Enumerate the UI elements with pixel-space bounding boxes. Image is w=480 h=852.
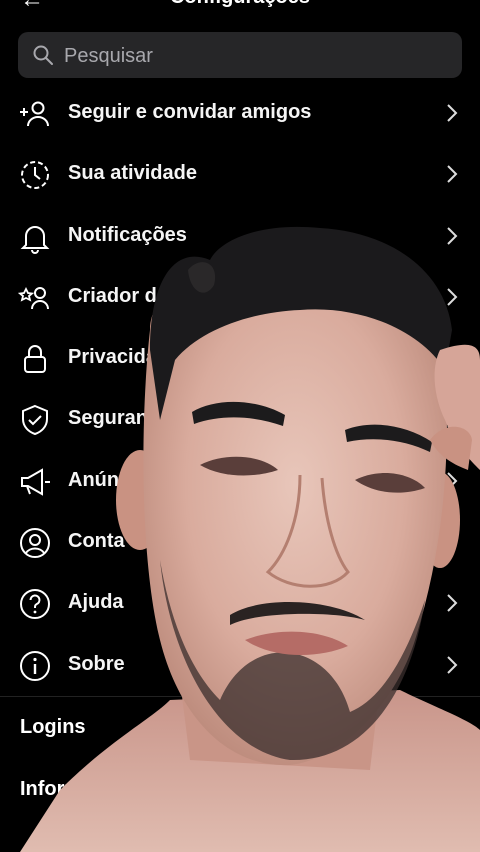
chevron-right-icon: [447, 533, 458, 551]
login-info-item[interactable]: Informaç: [20, 778, 104, 801]
shield-check-icon: [22, 405, 48, 436]
menu-item-security[interactable]: Seguranc: [0, 389, 480, 450]
menu-item-label: Sobre: [68, 652, 125, 675]
creator-star-icon: [18, 286, 49, 310]
chevron-right-icon: [447, 410, 458, 429]
section-divider: [0, 696, 480, 697]
lock-icon: [24, 345, 46, 374]
chevron-right-icon: [447, 472, 458, 490]
menu-item-ads[interactable]: Anún: [0, 451, 480, 512]
menu-item-label: Ajuda: [68, 591, 124, 614]
megaphone-icon: [21, 468, 50, 496]
add-person-icon: [20, 101, 49, 127]
account-circle-icon: [20, 528, 50, 559]
top-bar: ← Configurações: [0, 0, 480, 20]
menu-item-label: Privacidad: [68, 346, 170, 369]
chevron-right-icon: [447, 165, 458, 184]
logins-section-title: Logins: [20, 716, 86, 738]
activity-clock-icon: [21, 161, 49, 190]
help-icon: [20, 589, 50, 620]
chevron-right-icon: [447, 104, 458, 122]
bell-icon: [20, 225, 50, 254]
search-bar[interactable]: [18, 32, 462, 78]
menu-item-your-activity[interactable]: Sua atividade: [0, 144, 480, 205]
search-icon: [33, 45, 53, 65]
menu-item-creator[interactable]: Criador de c: [0, 267, 480, 328]
menu-item-account[interactable]: Conta: [0, 512, 480, 573]
menu-item-label: Anún: [68, 468, 120, 491]
menu-item-label: Conta: [68, 530, 125, 553]
menu-item-follow-invite[interactable]: Seguir e convidar amigos: [0, 83, 480, 144]
search-input[interactable]: [62, 40, 446, 72]
menu-item-notifications[interactable]: Notificações: [0, 206, 480, 267]
menu-item-label: Criador de c: [68, 284, 185, 307]
menu-item-help[interactable]: Ajuda: [0, 573, 480, 634]
chevron-right-icon: [447, 655, 458, 674]
chevron-right-icon: [447, 594, 458, 613]
menu-item-label: Sua atividade: [68, 162, 197, 185]
menu-item-label: Seguir e convidar amigos: [68, 101, 312, 123]
menu-item-privacy[interactable]: Privacidad: [0, 328, 480, 389]
chevron-right-icon: [447, 349, 458, 367]
settings-menu: Seguir e convidar amigos Sua atividade N…: [0, 83, 480, 696]
menu-item-label: Seguranc: [68, 407, 160, 430]
chevron-right-icon: [447, 226, 458, 245]
menu-item-about[interactable]: Sobre: [0, 635, 480, 696]
menu-item-label: Notificações: [68, 223, 187, 246]
page-title: Configurações: [0, 0, 480, 9]
chevron-right-icon: [447, 288, 458, 306]
info-icon: [20, 650, 50, 681]
